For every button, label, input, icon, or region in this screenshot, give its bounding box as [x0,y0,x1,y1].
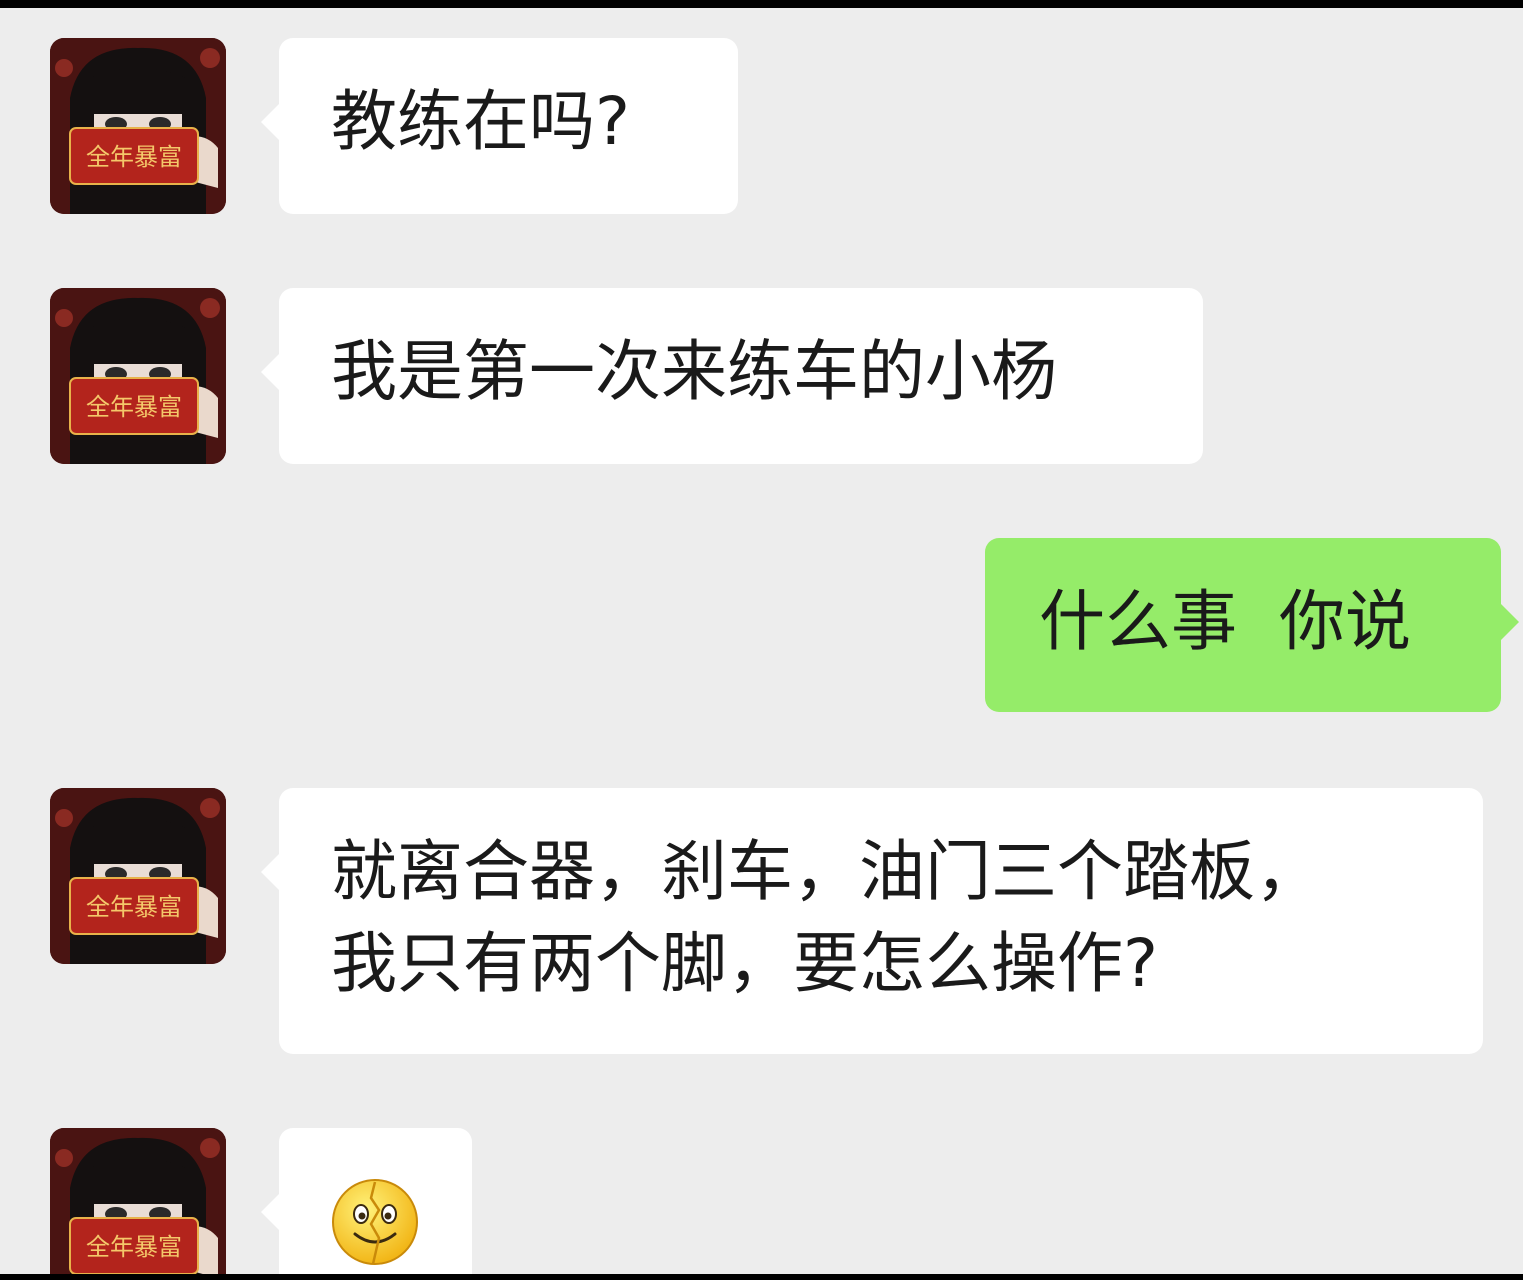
avatar[interactable]: 全年暴富 [50,38,226,214]
avatar-image: 全年暴富 [50,1128,226,1274]
message-bubble-incoming[interactable]: 我是第一次来练车的小杨 [261,288,1203,464]
message-text-line-1: 就离合器，刹车，油门三个踏板， [331,833,1321,910]
avatar-label: 全年暴富 [86,143,182,171]
chat-window: 全年暴富 教练在吗? 全年暴富 我是第一次来练车的小杨 什么事 你说 全年暴富 … [0,8,1523,1274]
avatar-label: 全年暴富 [86,893,182,921]
message-bubble-outgoing[interactable]: 什么事 你说 [985,538,1519,712]
message-bubble-incoming[interactable] [261,1128,472,1274]
avatar-image: 全年暴富 [50,288,226,464]
avatar-image: 全年暴富 [50,38,226,214]
broken-heart-smile-emoji [332,1179,418,1265]
avatar[interactable]: 全年暴富 [50,1128,226,1274]
avatar[interactable]: 全年暴富 [50,288,226,464]
message-text: 什么事 你说 [1039,583,1411,660]
avatar[interactable]: 全年暴富 [50,788,226,964]
message-text: 我是第一次来练车的小杨 [331,333,1057,410]
message-text-line-2: 我只有两个脚，要怎么操作? [331,925,1159,1002]
message-bubble-incoming[interactable]: 就离合器，刹车，油门三个踏板， 我只有两个脚，要怎么操作? [261,788,1483,1054]
message-bubble-incoming[interactable]: 教练在吗? [261,38,738,214]
avatar-label: 全年暴富 [86,393,182,421]
avatar-label: 全年暴富 [86,1233,182,1261]
message-text: 教练在吗? [331,83,631,160]
avatar-image: 全年暴富 [50,788,226,964]
